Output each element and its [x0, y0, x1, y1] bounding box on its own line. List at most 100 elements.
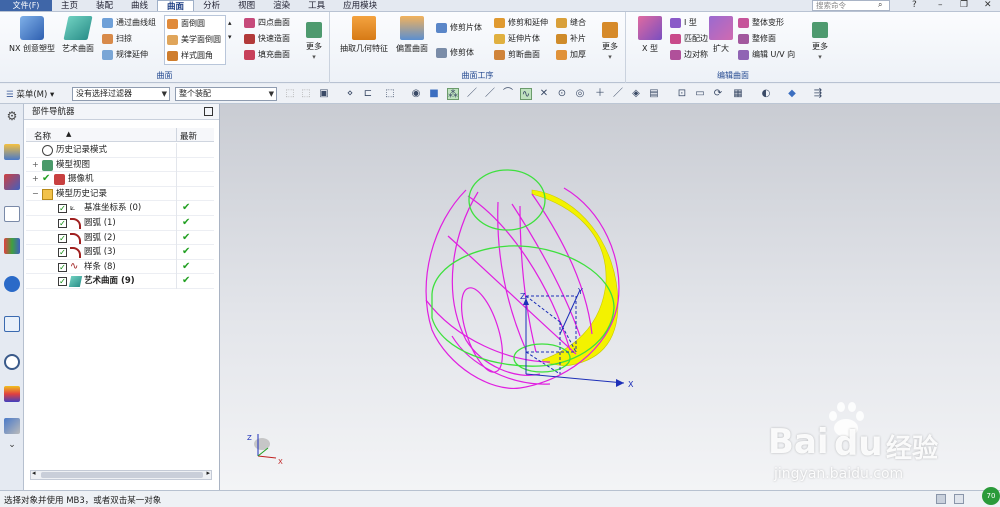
- info-icon[interactable]: [4, 276, 20, 292]
- top-arc[interactable]: [468, 169, 546, 231]
- thicken-button[interactable]: 加厚: [556, 48, 586, 62]
- expand-icon[interactable]: +: [32, 158, 39, 172]
- scroll-left-icon[interactable]: ◂: [32, 469, 36, 477]
- visibility-checkbox[interactable]: ✓: [58, 219, 67, 228]
- visibility-checkbox[interactable]: ✓: [58, 277, 67, 287]
- close-icon[interactable]: ✕: [984, 0, 992, 11]
- select-feature-icon[interactable]: ⬚: [284, 88, 296, 100]
- enlarge-button[interactable]: 扩大: [706, 16, 736, 54]
- palette-icon[interactable]: [4, 386, 20, 402]
- snap-center-icon[interactable]: ⊙: [556, 88, 568, 100]
- edit-more-button[interactable]: 更多 ▾: [806, 16, 834, 61]
- tab-home[interactable]: 主页: [52, 0, 87, 11]
- edit-uv-button[interactable]: 编辑 U/V 向: [738, 48, 795, 62]
- ops-more-button[interactable]: 更多 ▾: [596, 16, 624, 61]
- snap-line-icon[interactable]: ／: [466, 88, 478, 100]
- snap-tangent-icon[interactable]: ∿: [520, 88, 532, 100]
- column-latest[interactable]: 最新: [180, 130, 197, 142]
- scroll-down-icon[interactable]: ⌄: [4, 440, 20, 456]
- tab-curve[interactable]: 曲线: [122, 0, 157, 11]
- tab-analysis[interactable]: 分析: [194, 0, 229, 11]
- tree-row-feature[interactable]: ✓ 圆弧 (1) ✔: [26, 216, 214, 231]
- tree-row-model-history[interactable]: − 模型历史记录: [26, 186, 214, 202]
- visibility-checkbox[interactable]: ✓: [58, 262, 67, 272]
- snap-midpoint-icon[interactable]: ／: [612, 88, 624, 100]
- nx-creative-button[interactable]: NX 创意塑型: [6, 16, 58, 54]
- snap-grid-icon[interactable]: ▤: [648, 88, 660, 100]
- select-all-icon[interactable]: ▣: [318, 88, 330, 100]
- visibility-checkbox[interactable]: ✓: [58, 233, 67, 243]
- i-type-button[interactable]: I 型: [670, 16, 697, 30]
- status-badge[interactable]: 70: [982, 487, 1000, 505]
- part-navigator-icon[interactable]: [4, 206, 20, 222]
- global-shape-button[interactable]: 整体变形: [738, 16, 784, 30]
- view-icon[interactable]: ◉: [410, 88, 422, 100]
- tab-app-modules[interactable]: 应用模块: [334, 0, 386, 11]
- tab-surface[interactable]: 曲面: [157, 0, 195, 12]
- minimize-icon[interactable]: –: [938, 0, 943, 11]
- style-fillet-button[interactable]: 样式圆角: [167, 49, 213, 63]
- status-icon-full-screen[interactable]: [954, 494, 964, 504]
- sort-asc-icon[interactable]: ▲: [66, 130, 71, 138]
- restore-icon[interactable]: ❐: [960, 0, 968, 11]
- tree-row-feature[interactable]: ✓ 圆弧 (2) ✔: [26, 230, 214, 246]
- patch-button[interactable]: 补片: [556, 32, 586, 46]
- collapse-icon[interactable]: −: [32, 187, 39, 201]
- expand-icon[interactable]: +: [32, 172, 39, 186]
- rectangle-select-icon[interactable]: ⬚: [384, 88, 396, 100]
- tree-row-model-views[interactable]: + 模型视图: [26, 157, 214, 173]
- snap-cross-icon[interactable]: ＋: [594, 88, 606, 100]
- status-icon-grid[interactable]: [936, 494, 946, 504]
- snap-face-icon[interactable]: ◈: [630, 88, 642, 100]
- trim-extend-button[interactable]: 修剪和延伸: [494, 16, 548, 30]
- edge-symmetry-button[interactable]: 边对称: [670, 48, 708, 62]
- extract-geometry-button[interactable]: 抽取几何特征: [336, 16, 392, 54]
- snap-point-icon[interactable]: ⁂: [447, 88, 459, 100]
- gear-icon[interactable]: ⚙: [4, 108, 20, 124]
- art-surface-button[interactable]: 艺术曲面: [58, 16, 98, 54]
- tree-row-history-mode[interactable]: 历史记录模式: [26, 143, 214, 158]
- history-icon[interactable]: [4, 354, 20, 370]
- fill-surface-button[interactable]: 填充曲面: [244, 48, 290, 62]
- assembly-scope-select[interactable]: 整个装配 ▼: [175, 87, 277, 101]
- shaded-icon[interactable]: ◆: [786, 88, 798, 100]
- deselect-icon[interactable]: ⊏: [362, 88, 374, 100]
- snap-quadrant-icon[interactable]: ◎: [574, 88, 586, 100]
- through-curve-mesh-button[interactable]: 通过曲线组: [102, 16, 156, 30]
- tab-render[interactable]: 渲染: [264, 0, 299, 11]
- tab-view[interactable]: 视图: [229, 0, 264, 11]
- file-menu[interactable]: 文件(F): [0, 0, 52, 11]
- tree-row-feature[interactable]: ✓ ∿ 样条 (8) ✔: [26, 259, 214, 275]
- zoom-icon[interactable]: ▭: [694, 88, 706, 100]
- fit-view-icon[interactable]: ⊡: [676, 88, 688, 100]
- help-icon[interactable]: ?: [912, 0, 917, 11]
- render-style-icon[interactable]: ◐: [760, 88, 772, 100]
- tree-row-feature[interactable]: ✓ 圆弧 (3) ✔: [26, 245, 214, 261]
- gallery-scroll-icon[interactable]: ▴ ▾: [228, 16, 232, 41]
- graphics-viewport[interactable]: Z Y X Z X Bai du 经验 jingyan.baidu.com: [220, 104, 1000, 490]
- match-edge-button[interactable]: 匹配边: [670, 32, 708, 46]
- aesthetic-face-fillet-button[interactable]: 美学面倒圆: [167, 33, 221, 47]
- delete-trim-button[interactable]: 剪断曲面: [494, 48, 540, 62]
- roles-icon[interactable]: [4, 418, 20, 434]
- reuse-library-icon[interactable]: [4, 238, 20, 254]
- web-browser-icon[interactable]: [4, 316, 20, 332]
- navigator-horizontal-scrollbar[interactable]: ◂ ▸: [30, 469, 212, 480]
- rule-extend-button[interactable]: 规律延伸: [102, 48, 148, 62]
- extend-sheet-button[interactable]: 延伸片体: [494, 32, 540, 46]
- scrollbar-thumb[interactable]: [41, 472, 203, 478]
- tab-assembly[interactable]: 装配: [87, 0, 122, 11]
- tab-tools[interactable]: 工具: [299, 0, 334, 11]
- assembly-navigator-icon[interactable]: [4, 144, 20, 160]
- snap-spline-icon[interactable]: ⌒: [502, 88, 514, 100]
- tree-row-feature[interactable]: ✓ ⟀ 基准坐标系 (0) ✔: [26, 201, 214, 217]
- sweep-button[interactable]: 扫掠: [102, 32, 132, 46]
- snap-curve-icon[interactable]: ／: [484, 88, 496, 100]
- trim-sheet-button[interactable]: 修剪片体: [436, 21, 482, 35]
- constraint-navigator-icon[interactable]: [4, 174, 20, 190]
- layout-icon[interactable]: ▦: [732, 88, 744, 100]
- four-point-surface-button[interactable]: 四点曲面: [244, 16, 290, 30]
- solid-icon[interactable]: ■: [428, 88, 440, 100]
- section-icon[interactable]: ⇶: [812, 88, 824, 100]
- column-name[interactable]: 名称: [34, 130, 51, 142]
